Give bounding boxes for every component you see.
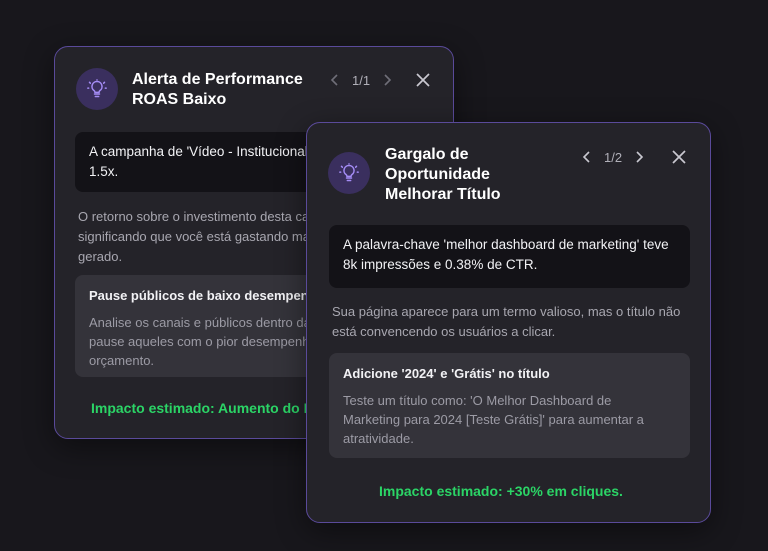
next-button[interactable] [378,71,396,89]
recommended-action: Adicione '2024' e 'Grátis' no título Tes… [329,353,690,458]
action-description: Teste um título como: 'O Melhor Dashboar… [343,393,644,446]
metric-highlight: A palavra-chave 'melhor dashboard de mar… [329,225,690,288]
estimated-impact: Impacto estimado: +30% em cliques. [379,483,623,499]
stage: Alerta de Performance ROAS Baixo 1/1 A c… [0,0,768,551]
card-title: Alerta de Performance ROAS Baixo [132,70,332,110]
chevron-right-icon [636,151,644,163]
action-title: Adicione '2024' e 'Grátis' no título [343,366,550,381]
card-title-line-2: ROAS Baixo [132,91,227,108]
chevron-left-icon [330,74,338,86]
previous-button[interactable] [326,71,344,89]
close-button[interactable] [414,71,432,89]
card-title-line-1: Gargalo de [385,146,469,163]
close-icon [416,73,430,87]
card-title: Gargalo de Oportunidade Melhorar Título [385,145,555,205]
next-button[interactable] [630,148,648,166]
close-button[interactable] [670,148,688,166]
insight-card-title: Gargalo de Oportunidade Melhorar Título … [306,122,711,523]
lightbulb-icon [328,152,370,194]
chevron-left-icon [582,151,590,163]
chevron-right-icon [384,74,392,86]
card-title-line-2: Oportunidade [385,166,490,183]
pager-count: 1/2 [604,149,623,165]
close-icon [672,150,686,164]
pager: 1/1 [326,71,396,89]
card-title-line-1: Alerta de Performance [132,71,303,88]
card-title-line-3: Melhorar Título [385,186,501,203]
lightbulb-icon [76,68,118,110]
pager: 1/2 [578,148,648,166]
previous-button[interactable] [578,148,596,166]
pager-count: 1/1 [352,72,371,88]
insight-description: Sua página aparece para um termo valioso… [332,304,681,339]
